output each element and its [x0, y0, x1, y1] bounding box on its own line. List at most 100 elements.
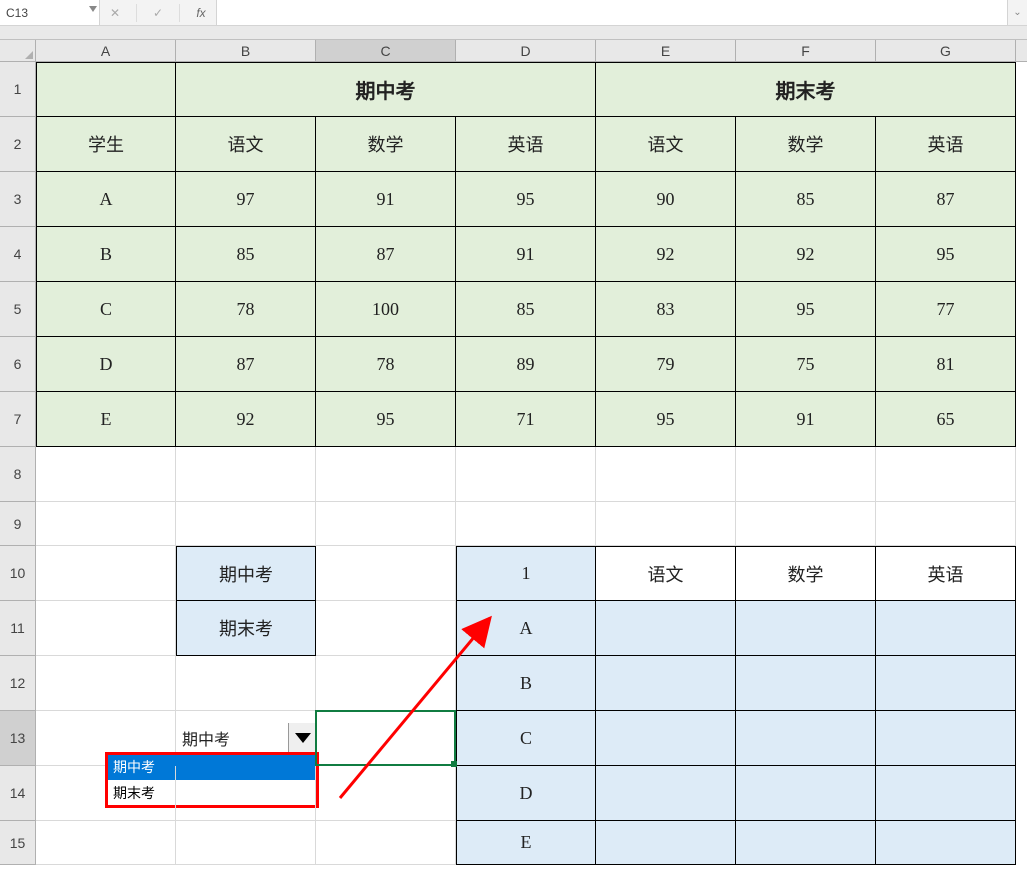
cell-G14[interactable] [876, 766, 1016, 821]
cell-D12[interactable]: B [456, 656, 596, 711]
cell-B15[interactable] [176, 821, 316, 865]
cell-E9[interactable] [596, 502, 736, 546]
cell-C10[interactable] [316, 546, 456, 601]
cell-G8[interactable] [876, 447, 1016, 502]
cell-A8[interactable] [36, 447, 176, 502]
row-header-9[interactable]: 9 [0, 502, 36, 546]
cell-E2[interactable]: 语文 [596, 117, 736, 172]
row-header-6[interactable]: 6 [0, 337, 36, 392]
cell-D4[interactable]: 91 [456, 227, 596, 282]
cell-B9[interactable] [176, 502, 316, 546]
cell-G10[interactable]: 英语 [876, 546, 1016, 601]
cell-F9[interactable] [736, 502, 876, 546]
confirm-icon[interactable]: ✓ [149, 6, 167, 20]
cell-G15[interactable] [876, 821, 1016, 865]
cell-C11[interactable] [316, 601, 456, 656]
cell-B11[interactable]: 期末考 [176, 601, 316, 656]
cell-G6[interactable]: 81 [876, 337, 1016, 392]
cell-D8[interactable] [456, 447, 596, 502]
cell-D7[interactable]: 71 [456, 392, 596, 447]
fx-icon[interactable]: fx [192, 6, 210, 20]
row-header-12[interactable]: 12 [0, 656, 36, 711]
cell-F5[interactable]: 95 [736, 282, 876, 337]
cell-G7[interactable]: 65 [876, 392, 1016, 447]
select-all-corner[interactable] [0, 40, 36, 61]
cell-final-header[interactable]: 期末考 [596, 62, 1016, 117]
cell-F7[interactable]: 91 [736, 392, 876, 447]
cell-C7[interactable]: 95 [316, 392, 456, 447]
cell-E6[interactable]: 79 [596, 337, 736, 392]
cell-B10[interactable]: 期中考 [176, 546, 316, 601]
row-header-2[interactable]: 2 [0, 117, 36, 172]
name-box[interactable]: C13 [0, 0, 100, 25]
row-header-5[interactable]: 5 [0, 282, 36, 337]
cell-E11[interactable] [596, 601, 736, 656]
cell-G4[interactable]: 95 [876, 227, 1016, 282]
cell-F14[interactable] [736, 766, 876, 821]
cell-F15[interactable] [736, 821, 876, 865]
cell-E8[interactable] [596, 447, 736, 502]
cell-C6[interactable]: 78 [316, 337, 456, 392]
cell-F10[interactable]: 数学 [736, 546, 876, 601]
cell-A4[interactable]: B [36, 227, 176, 282]
cell-D14[interactable]: D [456, 766, 596, 821]
cancel-icon[interactable]: ✕ [106, 6, 124, 20]
cell-A10[interactable] [36, 546, 176, 601]
row-header-15[interactable]: 15 [0, 821, 36, 865]
cell-F2[interactable]: 数学 [736, 117, 876, 172]
row-header-10[interactable]: 10 [0, 546, 36, 601]
cell-C9[interactable] [316, 502, 456, 546]
cell-B3[interactable]: 97 [176, 172, 316, 227]
row-header-11[interactable]: 11 [0, 601, 36, 656]
cell-E14[interactable] [596, 766, 736, 821]
row-header-13[interactable]: 13 [0, 711, 36, 766]
formula-input[interactable] [217, 0, 1007, 25]
cell-D6[interactable]: 89 [456, 337, 596, 392]
cell-F6[interactable]: 75 [736, 337, 876, 392]
col-header-A[interactable]: A [36, 40, 176, 61]
cell-E12[interactable] [596, 656, 736, 711]
cell-D3[interactable]: 95 [456, 172, 596, 227]
cell-B12[interactable] [176, 656, 316, 711]
cell-F13[interactable] [736, 711, 876, 766]
col-header-G[interactable]: G [876, 40, 1016, 61]
cell-C4[interactable]: 87 [316, 227, 456, 282]
cell-F4[interactable]: 92 [736, 227, 876, 282]
cell-A9[interactable] [36, 502, 176, 546]
cell-G13[interactable] [876, 711, 1016, 766]
cell-D10[interactable]: 1 [456, 546, 596, 601]
row-header-8[interactable]: 8 [0, 447, 36, 502]
cell-D15[interactable]: E [456, 821, 596, 865]
cell-D5[interactable]: 85 [456, 282, 596, 337]
col-header-F[interactable]: F [736, 40, 876, 61]
cell-D13[interactable]: C [456, 711, 596, 766]
cell-D11[interactable]: A [456, 601, 596, 656]
cell-G3[interactable]: 87 [876, 172, 1016, 227]
cell-C13[interactable] [316, 711, 456, 766]
row-header-1[interactable]: 1 [0, 62, 36, 117]
cell-E3[interactable]: 90 [596, 172, 736, 227]
dropdown-button[interactable] [288, 723, 316, 753]
cell-B6[interactable]: 87 [176, 337, 316, 392]
cell-E4[interactable]: 92 [596, 227, 736, 282]
cell-F3[interactable]: 85 [736, 172, 876, 227]
col-header-E[interactable]: E [596, 40, 736, 61]
cell-B4[interactable]: 85 [176, 227, 316, 282]
cell-B7[interactable]: 92 [176, 392, 316, 447]
cell-B8[interactable] [176, 447, 316, 502]
cell-E15[interactable] [596, 821, 736, 865]
cell-C14[interactable] [316, 766, 456, 821]
cell-G5[interactable]: 77 [876, 282, 1016, 337]
cell-C5[interactable]: 100 [316, 282, 456, 337]
cell-A7[interactable]: E [36, 392, 176, 447]
row-header-7[interactable]: 7 [0, 392, 36, 447]
cell-E13[interactable] [596, 711, 736, 766]
cell-F11[interactable] [736, 601, 876, 656]
cell-A6[interactable]: D [36, 337, 176, 392]
col-header-B[interactable]: B [176, 40, 316, 61]
cell-C8[interactable] [316, 447, 456, 502]
cell-B2[interactable]: 语文 [176, 117, 316, 172]
cell-midterm-header[interactable]: 期中考 [176, 62, 596, 117]
cell-E7[interactable]: 95 [596, 392, 736, 447]
cell-G11[interactable] [876, 601, 1016, 656]
